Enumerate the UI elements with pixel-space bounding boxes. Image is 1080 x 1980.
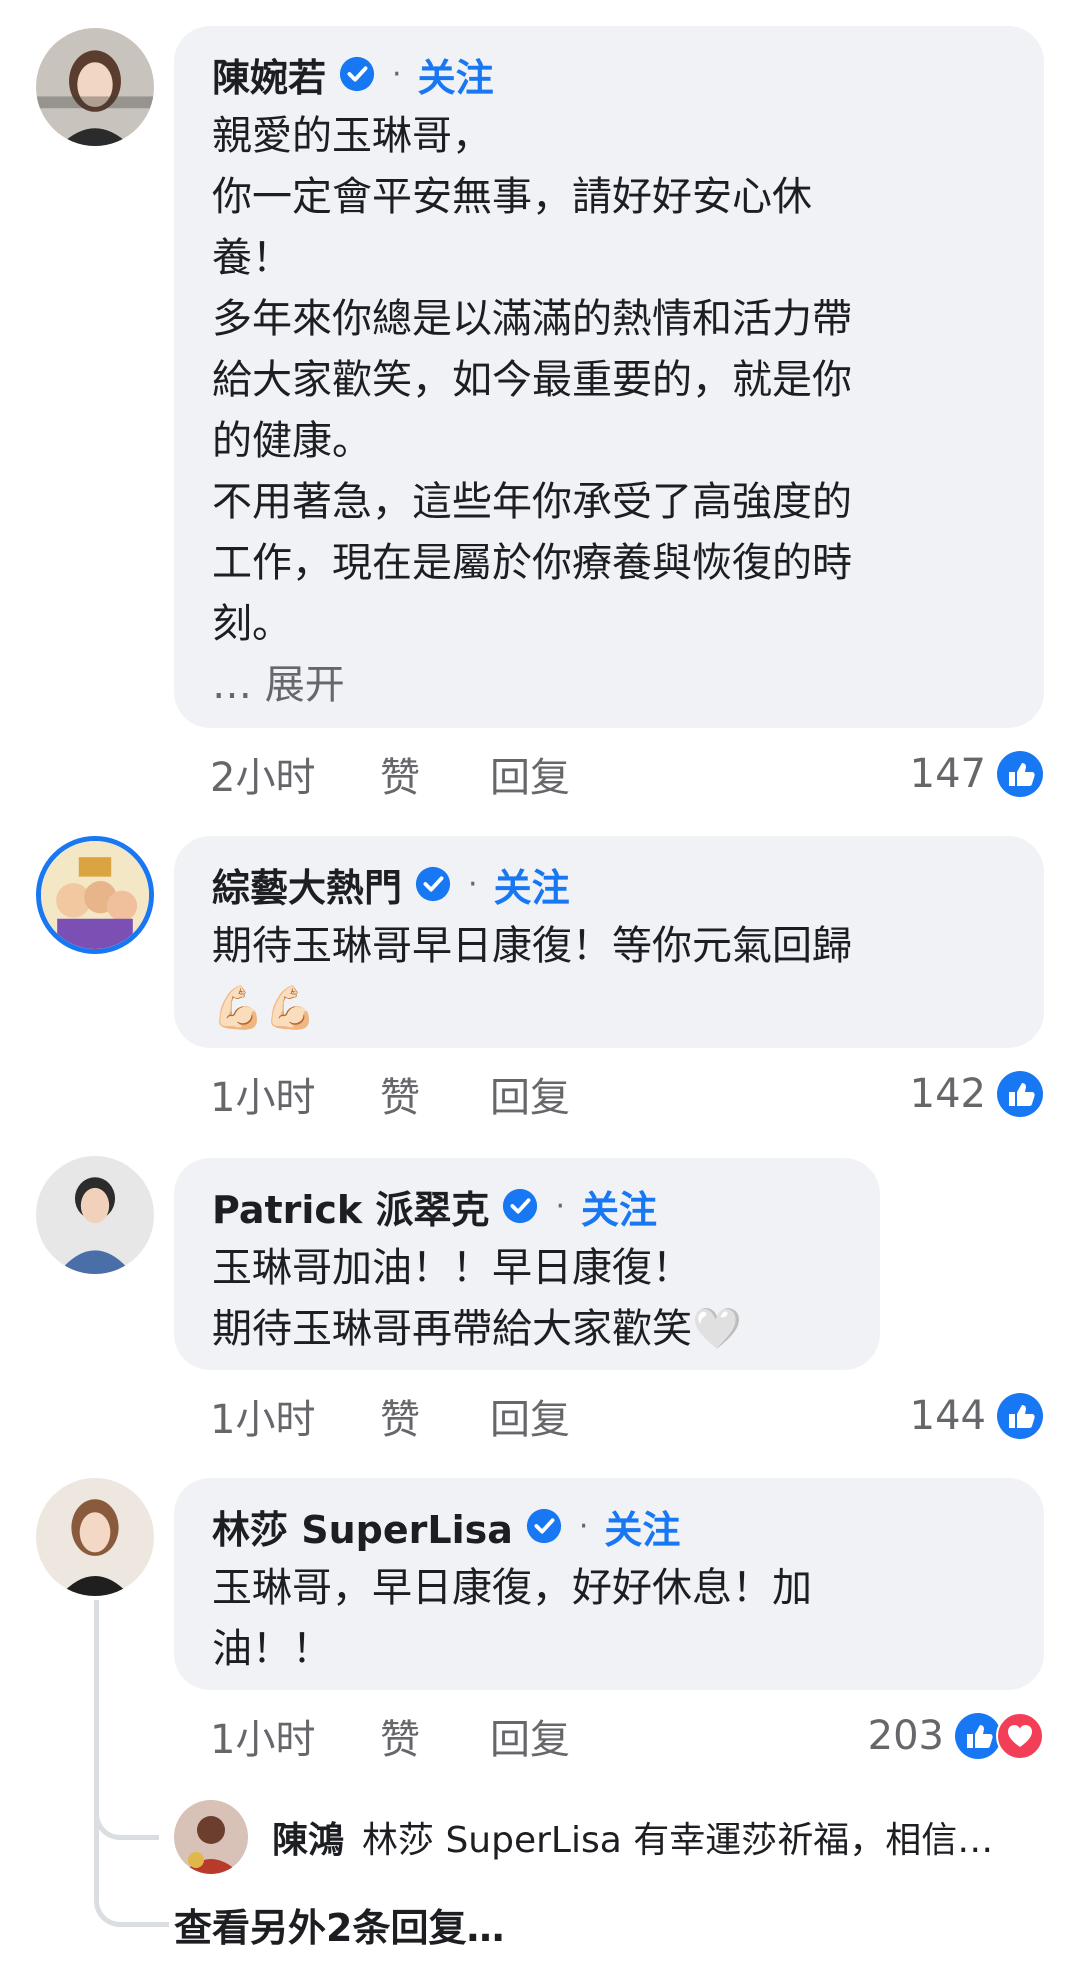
like-icon[interactable] (996, 750, 1044, 798)
comment-author[interactable]: 陳婉若 (212, 47, 326, 102)
separator-dot: · (468, 866, 478, 902)
avatar[interactable] (36, 1156, 154, 1274)
follow-button[interactable]: 关注 (494, 857, 570, 912)
expand-button[interactable]: … 展开 (212, 655, 1008, 716)
like-button[interactable]: 赞 (380, 1707, 490, 1765)
reply-button[interactable]: 回复 (490, 745, 570, 803)
follow-button[interactable]: 关注 (604, 1499, 680, 1554)
separator-dot: · (392, 56, 402, 92)
comment-author[interactable]: Patrick 派翠克 (212, 1179, 489, 1234)
like-icon[interactable] (996, 1070, 1044, 1118)
comment-author[interactable]: 林莎 SuperLisa (212, 1499, 513, 1554)
separator-dot: · (578, 1508, 589, 1544)
comment-bubble: 林莎 SuperLisa · 关注 玉琳哥，早日康復，好好休息！加 油！！ (174, 1478, 1044, 1690)
avatar[interactable] (36, 28, 154, 146)
like-button[interactable]: 赞 (380, 1065, 490, 1123)
comment-text: 玉琳哥，早日康復，好好休息！加 油！！ (212, 1565, 812, 1672)
comment-time[interactable]: 1小时 (210, 1707, 380, 1765)
avatar[interactable] (174, 1800, 248, 1874)
love-icon[interactable] (996, 1712, 1044, 1760)
comment-time[interactable]: 1小时 (210, 1387, 380, 1445)
comment-author[interactable]: 綜藝大熱門 (212, 857, 402, 912)
like-button[interactable]: 赞 (380, 745, 490, 803)
reaction-count[interactable]: 144 (910, 1393, 986, 1439)
like-icon[interactable] (996, 1392, 1044, 1440)
comment-actions: 2小时 赞 回复 147 (210, 744, 1044, 804)
view-more-replies-link[interactable]: 查看另外2条回复… (174, 1897, 504, 1952)
comment-text: 玉琳哥加油！！早日康復！ 期待玉琳哥再帶給大家歡笑🤍 (212, 1245, 742, 1352)
verified-badge-icon (501, 1187, 539, 1225)
comment-bubble: 陳婉若 · 关注 親愛的玉琳哥， 你一定會平安無事，請好好安心休 養！ 多年來你… (174, 26, 1044, 728)
avatar[interactable] (36, 1478, 154, 1596)
comment-time[interactable]: 2小时 (210, 745, 380, 803)
reply-author[interactable]: 陳鴻 (272, 1811, 344, 1863)
follow-button[interactable]: 关注 (418, 47, 494, 102)
reply-button[interactable]: 回复 (490, 1707, 570, 1765)
comment-text: 期待玉琳哥早日康復！等你元氣回歸 (212, 923, 852, 969)
separator-dot: · (555, 1188, 565, 1224)
comment-emoji: 💪🏻💪🏻 (212, 983, 317, 1032)
comment-time[interactable]: 1小时 (210, 1065, 380, 1123)
like-button[interactable]: 赞 (380, 1387, 490, 1445)
comment-bubble: Patrick 派翠克 · 关注 玉琳哥加油！！早日康復！ 期待玉琳哥再帶給大家… (174, 1158, 880, 1370)
reaction-count[interactable]: 142 (910, 1071, 986, 1117)
follow-button[interactable]: 关注 (581, 1179, 657, 1234)
reply-text: 林莎 SuperLisa 有幸運莎祈福，相信… (362, 1820, 994, 1861)
reply-button[interactable]: 回复 (490, 1387, 570, 1445)
verified-badge-icon (525, 1507, 563, 1545)
reaction-count[interactable]: 147 (910, 751, 986, 797)
reply-preview[interactable]: 陳鴻 林莎 SuperLisa 有幸運莎祈福，相信… (174, 1800, 993, 1874)
comment-bubble: 綜藝大熱門 · 关注 期待玉琳哥早日康復！等你元氣回歸 💪🏻💪🏻 (174, 836, 1044, 1048)
comment-actions: 1小时 赞 回复 144 (210, 1386, 1044, 1446)
verified-badge-icon (414, 865, 452, 903)
comment-text: 親愛的玉琳哥， 你一定會平安無事，請好好安心休 養！ 多年來你總是以滿滿的熱情和… (212, 113, 852, 647)
like-icon[interactable] (954, 1712, 1002, 1760)
verified-badge-icon (338, 55, 376, 93)
reaction-count[interactable]: 203 (868, 1713, 944, 1759)
thread-line (94, 1600, 169, 1927)
comment-actions: 1小时 赞 回复 203 (210, 1706, 1044, 1766)
reply-button[interactable]: 回复 (490, 1065, 570, 1123)
avatar[interactable] (36, 836, 154, 954)
comment-actions: 1小时 赞 回复 142 (210, 1064, 1044, 1124)
